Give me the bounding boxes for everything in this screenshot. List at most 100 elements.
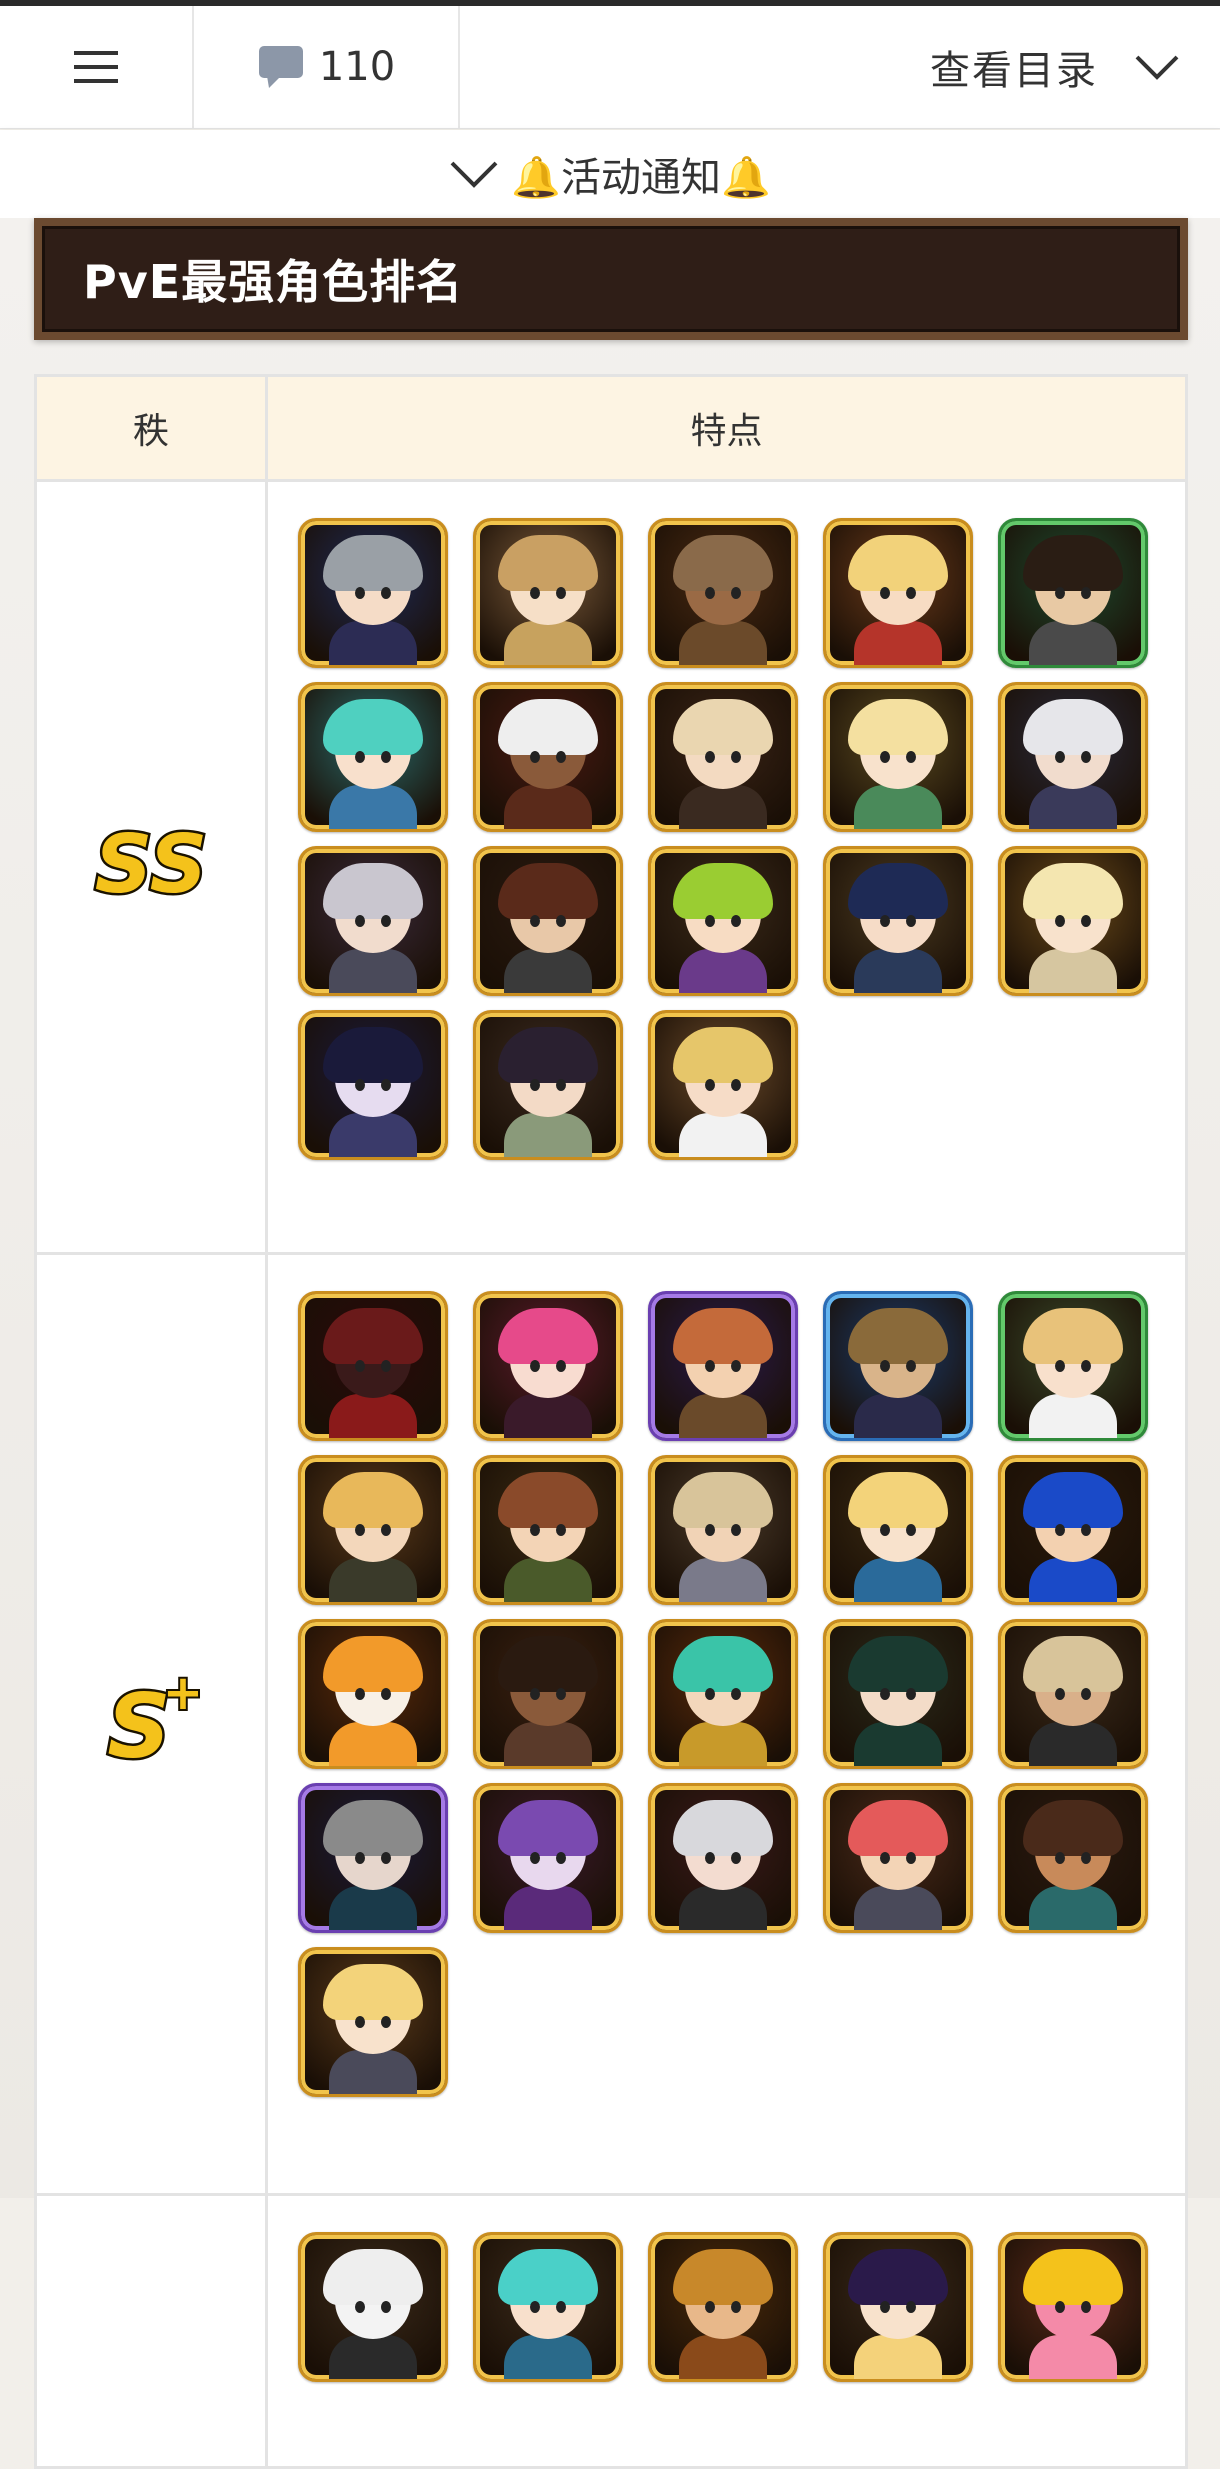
hero-eye (556, 1079, 566, 1091)
hero-portrait[interactable] (298, 1947, 448, 2097)
hero-eye (880, 1852, 890, 1864)
hero-eye (1081, 587, 1091, 599)
hero-hair (498, 2249, 598, 2305)
hero-eye (705, 2301, 715, 2313)
hero-portrait[interactable] (648, 846, 798, 996)
hero-portrait[interactable] (473, 1291, 623, 1441)
hero-portrait[interactable] (473, 2232, 623, 2382)
hero-portrait[interactable] (823, 682, 973, 832)
chevron-down-icon (1135, 55, 1179, 80)
hero-portrait[interactable] (473, 518, 623, 668)
hero-portrait[interactable] (823, 2232, 973, 2382)
hero-outfit (329, 2335, 417, 2379)
hero-portrait[interactable] (998, 518, 1148, 668)
hero-portrait[interactable] (823, 1291, 973, 1441)
hero-portrait[interactable] (823, 1455, 973, 1605)
hero-eye (906, 1524, 916, 1536)
event-notice-toggle[interactable]: 🔔活动通知🔔 (0, 130, 1220, 218)
hero-hair (1023, 863, 1123, 919)
hero-portrait[interactable] (298, 1010, 448, 1160)
comments-button[interactable]: 110 (194, 6, 460, 128)
hero-portrait[interactable] (998, 846, 1148, 996)
hero-eye (355, 1852, 365, 1864)
event-notice-label: 🔔活动通知🔔 (511, 155, 771, 201)
hero-hair (323, 535, 423, 591)
hero-portrait[interactable] (648, 1291, 798, 1441)
hero-cell-ss (265, 479, 1188, 1255)
hero-eye (355, 1688, 365, 1700)
hero-eye (705, 1079, 715, 1091)
hero-portrait[interactable] (648, 682, 798, 832)
hero-eye (731, 1852, 741, 1864)
hero-portrait[interactable] (823, 846, 973, 996)
comment-count: 110 (318, 44, 396, 90)
tier-cell-splus: S + (34, 1252, 268, 2196)
hero-outfit (854, 2335, 942, 2379)
hero-hair (323, 1800, 423, 1856)
hero-portrait[interactable] (648, 2232, 798, 2382)
hero-portrait[interactable] (823, 1783, 973, 1933)
hero-portrait[interactable] (823, 518, 973, 668)
hero-eye (355, 1524, 365, 1536)
hero-portrait[interactable] (473, 1619, 623, 1769)
tier-ss-text: SS (95, 820, 207, 910)
hero-portrait[interactable] (998, 2232, 1148, 2382)
hero-outfit (504, 1722, 592, 1766)
hero-portrait[interactable] (648, 1010, 798, 1160)
hero-hair (1023, 2249, 1123, 2305)
menu-button[interactable] (0, 6, 194, 128)
hero-eye (705, 751, 715, 763)
table-of-contents-toggle[interactable]: 查看目录 (930, 6, 1180, 128)
hero-hair (498, 699, 598, 755)
hero-portrait[interactable] (998, 1291, 1148, 1441)
hero-portrait[interactable] (298, 1455, 448, 1605)
hero-portrait[interactable] (298, 1291, 448, 1441)
hero-portrait[interactable] (998, 1783, 1148, 1933)
hero-outfit (679, 785, 767, 829)
hero-eye (731, 915, 741, 927)
hero-portrait[interactable] (298, 682, 448, 832)
hero-hair (323, 1636, 423, 1692)
hero-eye (1081, 915, 1091, 927)
hero-portrait[interactable] (298, 846, 448, 996)
hero-eye (1081, 751, 1091, 763)
hero-outfit (854, 949, 942, 993)
hero-hair (848, 1636, 948, 1692)
hero-portrait[interactable] (298, 1619, 448, 1769)
hero-hair (498, 535, 598, 591)
tier-ss-badge: SS (92, 816, 209, 914)
hero-portrait[interactable] (473, 1783, 623, 1933)
hero-portrait[interactable] (473, 846, 623, 996)
hero-portrait[interactable] (298, 1783, 448, 1933)
hero-portrait[interactable] (298, 2232, 448, 2382)
hero-portrait[interactable] (473, 1010, 623, 1160)
hero-eye (381, 2301, 391, 2313)
hero-grid (298, 2232, 1185, 2382)
hero-portrait[interactable] (648, 1783, 798, 1933)
hero-outfit (1029, 621, 1117, 665)
hero-outfit (504, 2335, 592, 2379)
hero-portrait[interactable] (473, 1455, 623, 1605)
hero-portrait[interactable] (823, 1619, 973, 1769)
hero-eye (880, 1360, 890, 1372)
hero-portrait[interactable] (298, 518, 448, 668)
tier-splus-plus: + (163, 1667, 203, 1721)
hero-portrait[interactable] (998, 1455, 1148, 1605)
hero-portrait[interactable] (648, 1455, 798, 1605)
hero-portrait[interactable] (473, 682, 623, 832)
hero-portrait[interactable] (648, 518, 798, 668)
hero-eye (530, 915, 540, 927)
hero-eye (556, 1524, 566, 1536)
hero-hair (323, 1472, 423, 1528)
hero-portrait[interactable] (998, 682, 1148, 832)
hero-portrait[interactable] (648, 1619, 798, 1769)
hero-eye (1081, 1360, 1091, 1372)
hero-portrait[interactable] (998, 1619, 1148, 1769)
hero-eye (556, 2301, 566, 2313)
hero-eye (880, 1688, 890, 1700)
comment-bubble-icon (258, 46, 303, 88)
hero-eye (1055, 1524, 1065, 1536)
hero-outfit (504, 949, 592, 993)
hero-eye (705, 1360, 715, 1372)
hero-eye (381, 587, 391, 599)
